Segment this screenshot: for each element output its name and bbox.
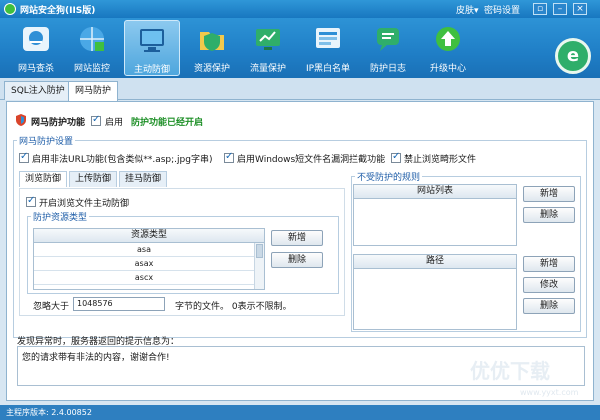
resource-add-button[interactable]: 新增 bbox=[271, 230, 323, 246]
path-edit-button[interactable]: 修改 bbox=[523, 277, 575, 293]
path-header: 路径 bbox=[354, 255, 516, 269]
traffic-monitor-icon bbox=[256, 29, 280, 50]
password-settings-link[interactable]: 密码设置 bbox=[484, 3, 520, 16]
tab-trojan-defense[interactable]: 挂马防御 bbox=[119, 171, 168, 187]
tool-label: 升级中心 bbox=[429, 64, 466, 74]
version-text: 主程序版本: 2.4.00852 bbox=[6, 408, 92, 417]
windows-shortname-checkbox[interactable] bbox=[224, 151, 234, 163]
folder-shield-icon bbox=[200, 32, 224, 51]
site-delete-button[interactable]: 删除 bbox=[523, 207, 575, 223]
tab-browse-defense[interactable]: 浏览防御 bbox=[19, 171, 68, 187]
tool-label: IP黑白名单 bbox=[305, 64, 351, 74]
tool-label: 流量保护 bbox=[249, 64, 286, 74]
minimize-button[interactable]: – bbox=[553, 3, 567, 15]
deform-checkbox[interactable] bbox=[391, 151, 401, 163]
brand-logo: e bbox=[555, 38, 591, 74]
restore-button[interactable]: ▫ bbox=[533, 3, 547, 15]
title-bar: 网站安全狗(IIS版) 皮肤▾ 密码设置 ▫ – × bbox=[0, 0, 600, 18]
tab-webshell-protection[interactable]: 网马防护 bbox=[68, 81, 119, 101]
path-add-button[interactable]: 新增 bbox=[523, 256, 575, 272]
enable-checkbox[interactable] bbox=[91, 114, 101, 126]
ignore-suffix-label: 字节的文件。 0表示不限制。 bbox=[175, 302, 292, 312]
app-logo-icon bbox=[4, 3, 16, 15]
status-text: 防护功能已经开启 bbox=[131, 118, 204, 128]
skin-menu[interactable]: 皮肤▾ bbox=[456, 3, 479, 16]
main-toolbar: 网马查杀 网站监控 主动防御 资源保护 流量保护 IP黑白名单 防护日志 升级中… bbox=[0, 18, 600, 78]
upgrade-arrow-icon bbox=[436, 27, 460, 51]
path-delete-button[interactable]: 删除 bbox=[523, 298, 575, 314]
tool-active-defense[interactable]: 主动防御 bbox=[124, 20, 180, 76]
shield-icon bbox=[16, 114, 26, 126]
tool-label: 防护日志 bbox=[369, 64, 406, 74]
resource-table[interactable]: 资源类型 asa asax ascx bbox=[33, 228, 265, 290]
table-row[interactable]: asa bbox=[34, 244, 254, 257]
ip-list-icon bbox=[316, 28, 340, 48]
tool-upgrade[interactable]: 升级中心 bbox=[420, 20, 476, 76]
ignore-prefix-label: 忽略大于 bbox=[33, 302, 70, 312]
tool-label: 网马查杀 bbox=[17, 64, 54, 74]
status-bar: 主程序版本: 2.4.00852 bbox=[0, 405, 600, 420]
site-list-table[interactable]: 网站列表 bbox=[353, 184, 517, 246]
inner-tab-bar: 浏览防御 上传防御 挂马防御 bbox=[19, 171, 339, 188]
close-button[interactable]: × bbox=[573, 3, 587, 15]
cloud-scan-icon bbox=[23, 27, 49, 51]
resource-table-header: 资源类型 bbox=[34, 229, 264, 243]
tool-scan[interactable]: 网马查杀 bbox=[8, 20, 64, 76]
deform-option-label: 禁止浏览畸形文件 bbox=[404, 155, 477, 165]
tool-monitor[interactable]: 网站监控 bbox=[64, 20, 120, 76]
tool-traffic[interactable]: 流量保护 bbox=[240, 20, 296, 76]
site-list-header: 网站列表 bbox=[354, 185, 516, 199]
table-row[interactable]: ascx bbox=[34, 272, 254, 285]
globe-monitor-icon bbox=[80, 27, 104, 51]
tool-resource[interactable]: 资源保护 bbox=[184, 20, 240, 76]
table-row[interactable]: asax bbox=[34, 258, 254, 271]
tab-sql-injection[interactable]: SQL注入防护 bbox=[4, 81, 72, 100]
subtab-bar: SQL注入防护 网马防护 bbox=[0, 78, 600, 101]
scroll-thumb[interactable] bbox=[256, 244, 263, 258]
log-chat-icon bbox=[377, 28, 399, 51]
tab-upload-defense[interactable]: 上传防御 bbox=[69, 171, 118, 187]
resource-delete-button[interactable]: 删除 bbox=[271, 252, 323, 268]
resource-section-title: 防护资源类型 bbox=[31, 210, 90, 223]
tool-log[interactable]: 防护日志 bbox=[360, 20, 416, 76]
app-title: 网站安全狗(IIS版) bbox=[20, 6, 96, 16]
tool-label: 资源保护 bbox=[193, 64, 230, 74]
protection-func-label: 网马防护功能 bbox=[31, 118, 86, 128]
path-table[interactable]: 路径 bbox=[353, 254, 517, 330]
watermark-url: www.yyxt.com bbox=[520, 388, 579, 397]
tool-ip-list[interactable]: IP黑白名单 bbox=[300, 20, 356, 76]
url-option-label: 启用非法URL功能(包含类似**.asp;.jpg字串) bbox=[32, 155, 213, 165]
watermark-text: 优优下载 bbox=[470, 359, 550, 383]
rules-section-title: 不受防护的规则 bbox=[355, 170, 423, 183]
site-add-button[interactable]: 新增 bbox=[523, 186, 575, 202]
browse-defense-label: 开启浏览文件主动防御 bbox=[39, 199, 130, 209]
ignore-size-input[interactable]: 1048576 bbox=[73, 297, 165, 311]
tool-label: 主动防御 bbox=[133, 65, 170, 75]
resource-scrollbar[interactable] bbox=[254, 243, 264, 289]
tool-label: 网站监控 bbox=[73, 64, 110, 74]
browse-defense-checkbox[interactable] bbox=[26, 195, 36, 207]
settings-section-title: 网马防护设置 bbox=[17, 134, 76, 147]
url-checkbox[interactable] bbox=[19, 151, 29, 163]
windows-option-label: 启用Windows短文件名漏洞拦截功能 bbox=[237, 155, 386, 165]
monitor-shield-icon bbox=[140, 29, 164, 52]
enable-label: 启用 bbox=[105, 118, 124, 128]
